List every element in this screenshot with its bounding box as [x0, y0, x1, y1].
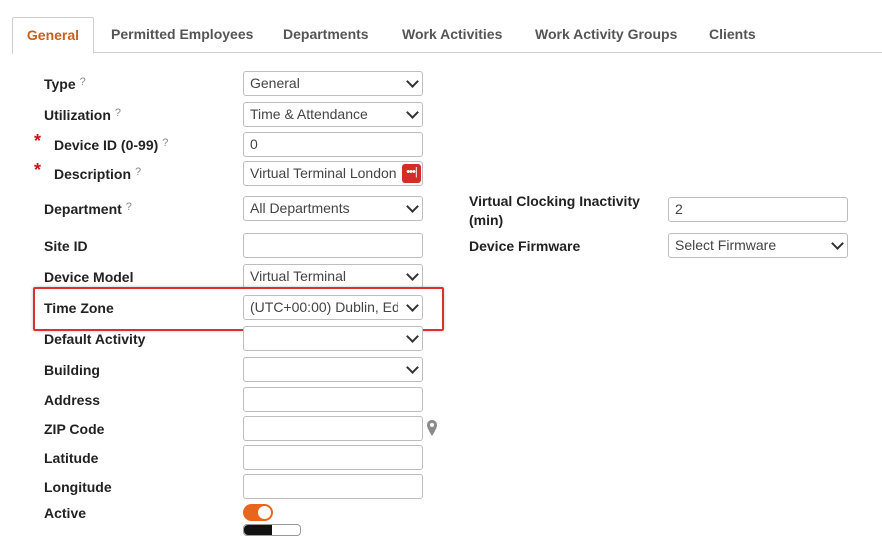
chevron-down-icon	[831, 237, 844, 250]
active-label: Active	[44, 505, 87, 521]
active-toggle[interactable]	[243, 504, 273, 521]
tab-departments[interactable]: Departments	[283, 17, 369, 51]
chevron-down-icon	[406, 361, 419, 374]
help-icon[interactable]: ?	[115, 107, 121, 119]
longitude-label: Longitude	[44, 479, 112, 495]
building-select[interactable]	[243, 357, 423, 382]
type-label-text: Type	[44, 76, 76, 92]
site-id-input[interactable]	[243, 233, 423, 258]
description-input[interactable]: Virtual Terminal London •••|	[243, 161, 423, 186]
department-label-text: Department	[44, 201, 122, 217]
device-firmware-select[interactable]: Select Firmware	[668, 233, 848, 258]
help-icon[interactable]: ?	[126, 201, 132, 213]
toggle-fill	[244, 525, 272, 535]
help-icon[interactable]: ?	[135, 166, 141, 178]
tab-permitted-employees[interactable]: Permitted Employees	[111, 17, 253, 51]
latitude-label: Latitude	[44, 450, 99, 466]
description-label: Description?	[54, 166, 141, 182]
inactivity-label-line1: Virtual Clocking Inactivity	[469, 193, 640, 209]
device-firmware-value: Select Firmware	[675, 237, 777, 253]
device-id-label-text: Device ID (0-99)	[54, 137, 159, 153]
latitude-input[interactable]	[243, 445, 423, 470]
tab-clients[interactable]: Clients	[709, 17, 756, 51]
type-value: General	[250, 75, 300, 91]
inactivity-input[interactable]: 2	[668, 197, 848, 222]
time-zone-highlight	[33, 287, 444, 331]
chevron-down-icon	[406, 106, 419, 119]
device-id-input[interactable]: 0	[243, 132, 423, 157]
inactivity-label: Virtual Clocking Inactivity (min)	[469, 192, 640, 230]
type-select[interactable]: General	[243, 71, 423, 96]
description-label-text: Description	[54, 166, 132, 182]
chevron-down-icon	[406, 330, 419, 343]
address-label: Address	[44, 392, 101, 408]
department-value: All Departments	[250, 200, 350, 216]
help-icon[interactable]: ?	[162, 137, 168, 149]
chevron-down-icon	[406, 200, 419, 213]
zip-code-label: ZIP Code	[44, 421, 105, 437]
toggle-knob	[258, 506, 271, 519]
device-id-label: Device ID (0-99)?	[54, 137, 168, 153]
required-marker: *	[34, 131, 42, 151]
chevron-down-icon	[406, 268, 419, 281]
inactivity-label-line2: (min)	[469, 212, 504, 228]
device-firmware-label: Device Firmware	[469, 238, 581, 254]
device-model-select[interactable]: Virtual Terminal	[243, 264, 423, 289]
type-label: Type?	[44, 76, 86, 92]
department-label: Department?	[44, 201, 132, 217]
site-id-label: Site ID	[44, 238, 88, 254]
device-model-value: Virtual Terminal	[250, 268, 346, 284]
building-label: Building	[44, 362, 100, 378]
tab-general[interactable]: General	[12, 17, 94, 54]
chevron-down-icon	[406, 75, 419, 88]
secondary-toggle[interactable]	[243, 524, 301, 536]
utilization-label-text: Utilization	[44, 107, 111, 123]
utilization-label: Utilization?	[44, 107, 121, 123]
department-select[interactable]: All Departments	[243, 196, 423, 221]
zip-code-input[interactable]	[243, 416, 423, 441]
utilization-value: Time & Attendance	[250, 106, 368, 122]
default-activity-select[interactable]	[243, 326, 423, 351]
help-icon[interactable]: ?	[80, 76, 86, 88]
map-pin-icon[interactable]	[427, 420, 437, 436]
address-input[interactable]	[243, 387, 423, 412]
description-value: Virtual Terminal London	[250, 165, 397, 181]
utilization-select[interactable]: Time & Attendance	[243, 102, 423, 127]
lastpass-icon[interactable]: •••|	[402, 164, 421, 183]
required-marker: *	[34, 160, 42, 180]
tab-work-activity-groups[interactable]: Work Activity Groups	[535, 17, 677, 51]
tab-work-activities[interactable]: Work Activities	[402, 17, 502, 51]
device-model-label: Device Model	[44, 269, 134, 285]
longitude-input[interactable]	[243, 474, 423, 499]
tab-bar: General Permitted Employees Departments …	[12, 17, 882, 54]
default-activity-label: Default Activity	[44, 331, 146, 347]
